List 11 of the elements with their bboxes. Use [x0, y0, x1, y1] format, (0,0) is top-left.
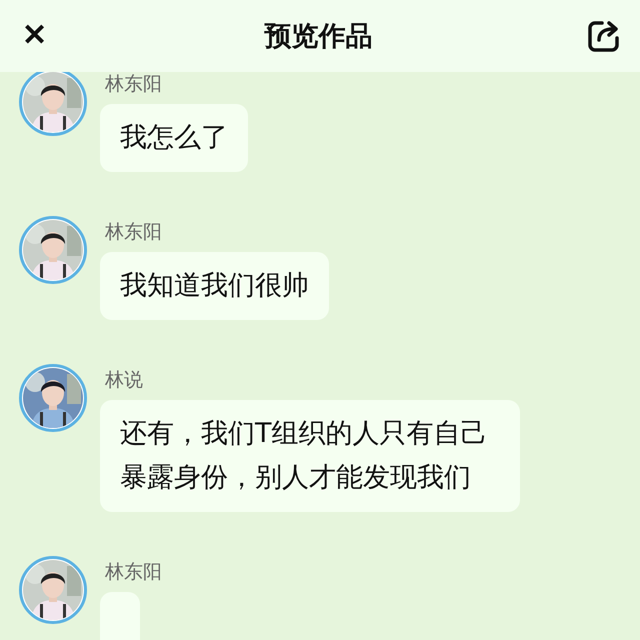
page-title: 预览作品 [264, 20, 372, 54]
close-button[interactable]: ✕ [18, 21, 51, 51]
message-text: 我知道我们很帅 [120, 270, 309, 301]
message-text: 我怎么了 [120, 122, 228, 153]
sender-name: 林说 [105, 368, 143, 392]
sender-name: 林东阳 [105, 560, 162, 584]
sender-name: 林东阳 [105, 220, 162, 244]
sender-name: 林东阳 [105, 72, 162, 96]
share-button[interactable] [586, 18, 622, 54]
share-icon [586, 18, 622, 54]
message-text: 还有，我们T组织的人只有自己暴露身份，别人才能发现我们 [120, 418, 488, 493]
